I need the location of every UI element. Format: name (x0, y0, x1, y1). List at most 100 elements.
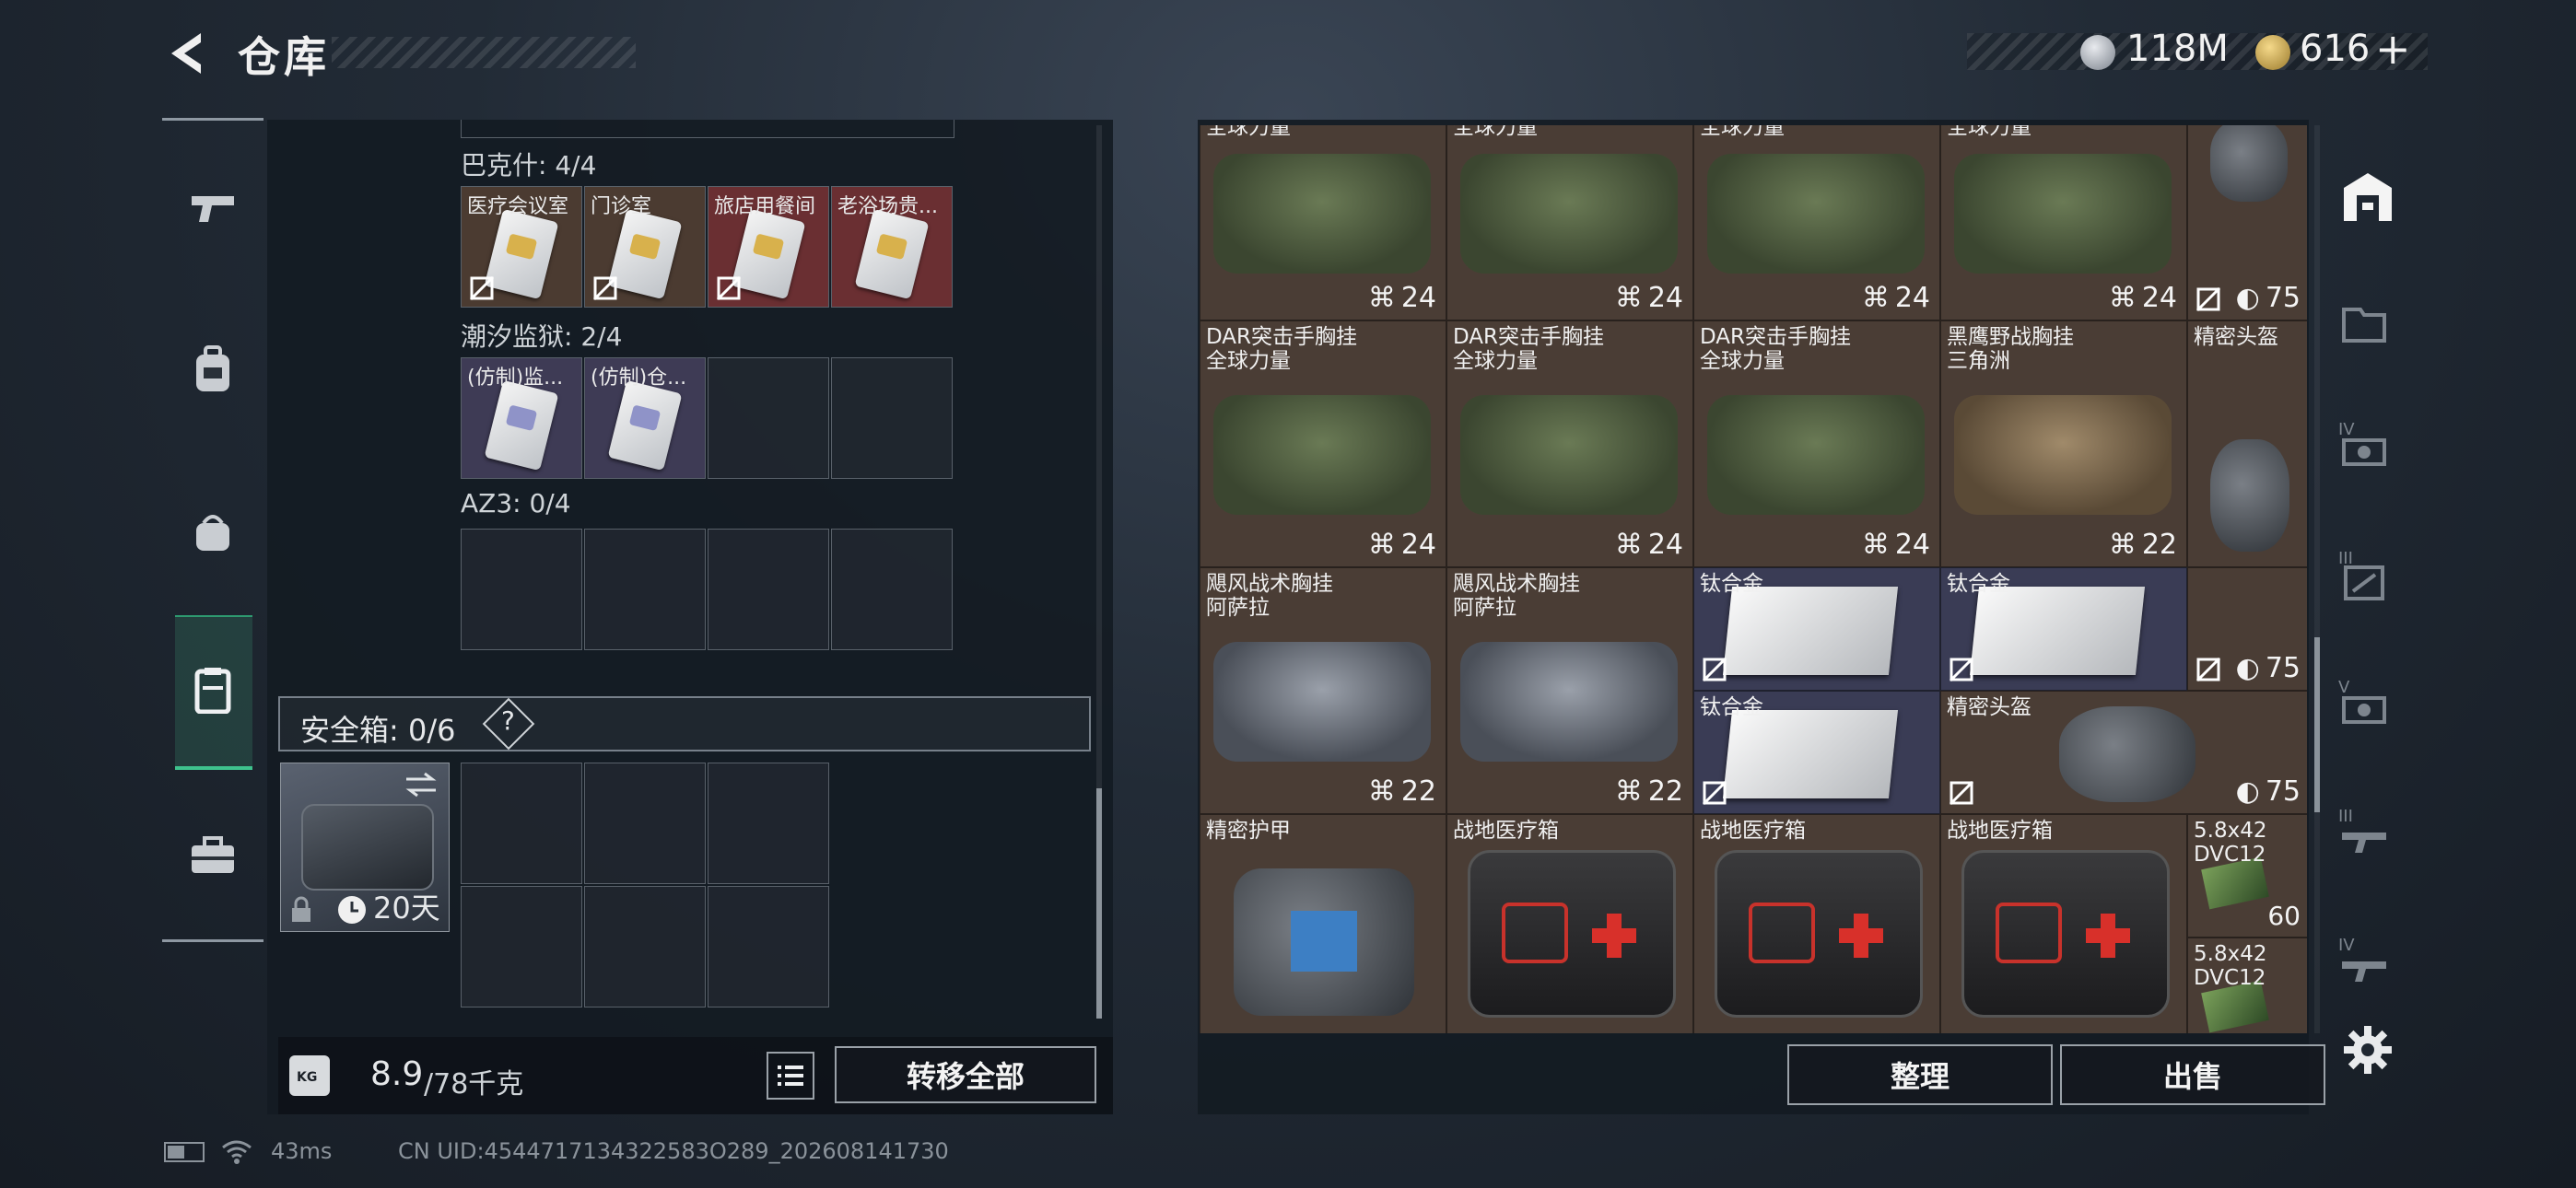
tab-tier[interactable]: IV (2338, 420, 2390, 477)
settings-gear-icon[interactable] (2342, 1024, 2394, 1076)
item-cell[interactable]: 全球力量 ⌘ 24 (1693, 125, 1940, 320)
item-cell[interactable]: DAR突击手胸挂 全球力量 ⌘ 24 (1446, 320, 1693, 567)
tab-tier[interactable]: V (2338, 678, 2390, 735)
storage-grid: 全球力量 ⌘ 24 全球力量 ⌘ 24 全球力量 ⌘ 24 全球力量 ⌘ 24 ◐ 75 … (1200, 125, 2307, 1033)
tab-tier[interactable]: III (2338, 549, 2390, 606)
safe-slot[interactable] (708, 886, 829, 1007)
helmet-image (2059, 706, 2195, 802)
left-scrollbar-track[interactable] (1096, 125, 1102, 1019)
add-currency-button[interactable]: + (2375, 24, 2411, 74)
untradeable-icon (1702, 657, 1727, 682)
keycard-slot-empty[interactable] (584, 529, 706, 650)
organize-button[interactable]: 整理 (1787, 1044, 2053, 1105)
item-name: 钛合金 (1700, 695, 1763, 719)
item-cell[interactable]: 精密头盔 (2187, 320, 2307, 567)
item-cell[interactable]: 全球力量 ⌘ 24 (1446, 125, 1693, 320)
item-cell[interactable]: 5.8x42 DVC12 60 (2187, 814, 2307, 938)
item-cell[interactable]: ◐ 75 (2187, 125, 2307, 320)
keycard-slot-empty[interactable] (461, 529, 582, 650)
item-name: 全球力量 (1947, 125, 2032, 139)
keycard-slot-empty[interactable] (708, 357, 829, 479)
safe-slot[interactable] (461, 763, 582, 884)
tab-container[interactable] (2338, 297, 2390, 348)
untradeable-icon (716, 275, 742, 301)
nav-supplies[interactable] (184, 827, 241, 884)
item-count: 60 (2267, 901, 2301, 931)
tier-label: III (2338, 807, 2353, 826)
keycard-slot[interactable]: 老浴场贵... (831, 186, 953, 308)
keycard-slot-empty[interactable] (708, 529, 829, 650)
keycard-slot[interactable]: 旅店用餐间 (708, 186, 829, 308)
safe-slot[interactable] (584, 886, 706, 1007)
nav-weapons[interactable] (184, 181, 241, 238)
item-cell[interactable]: 飓风战术胸挂 阿萨拉 ⌘ 22 (1446, 567, 1693, 814)
item-cell[interactable]: 精密护甲 (1200, 814, 1446, 1033)
help-icon[interactable]: ? (501, 705, 515, 736)
left-scrollbar-thumb[interactable] (1096, 788, 1102, 1019)
helmet-image (2210, 439, 2289, 552)
medkit-image (1468, 850, 1676, 1018)
shield-icon: ◐ (2235, 282, 2260, 314)
transfer-all-button[interactable]: 转移全部 (835, 1046, 1096, 1103)
back-arrow-icon[interactable] (164, 28, 210, 79)
safe-box-item[interactable]: 20天 (280, 763, 450, 932)
lock-icon (292, 896, 310, 922)
chest-rig-image (1707, 395, 1925, 515)
item-cell[interactable]: 战地医疗箱 (1693, 814, 1940, 1033)
rental-days: 20天 (373, 891, 440, 926)
keycard-slot[interactable]: (仿制)监... (461, 357, 582, 479)
list-view-button[interactable] (767, 1052, 814, 1100)
safe-slot[interactable] (584, 763, 706, 884)
toolbox-icon (192, 836, 234, 873)
titanium-plate-image (1722, 710, 1899, 798)
item-capacity: ⌘ 22 (1367, 775, 1436, 808)
item-capacity: ⌘ 24 (1367, 529, 1436, 561)
item-capacity: ⌘ 24 (1614, 529, 1683, 561)
capacity-icon: ⌘ (1367, 775, 1396, 808)
nav-gear[interactable] (184, 341, 241, 398)
list-icon (778, 1066, 803, 1086)
item-cell[interactable]: 全球力量 ⌘ 24 (1940, 125, 2187, 320)
keycard-slot-empty[interactable] (831, 529, 953, 650)
helmet-image (2210, 125, 2288, 202)
item-cell[interactable]: 战地医疗箱 (1940, 814, 2187, 1033)
keycard-slot-empty[interactable] (831, 357, 953, 479)
capacity-icon: ⌘ (2108, 282, 2137, 314)
item-cell[interactable]: DAR突击手胸挂 全球力量 ⌘ 24 (1200, 320, 1446, 567)
red-cross-icon (2086, 914, 2130, 958)
item-cell[interactable]: 钛合金 (1940, 567, 2187, 691)
item-name: DAR突击手胸挂 全球力量 (1453, 325, 1605, 373)
item-capacity: ⌘ 22 (2108, 529, 2177, 561)
item-cell[interactable]: 飓风战术胸挂 阿萨拉 ⌘ 22 (1200, 567, 1446, 814)
nav-keys[interactable] (184, 661, 241, 718)
nav-bags[interactable] (184, 503, 241, 560)
item-cell[interactable]: 全球力量 ⌘ 24 (1200, 125, 1446, 320)
item-cell[interactable]: 5.8x42 DVC12 (2187, 938, 2307, 1033)
item-name: 5.8x42 DVC12 (2194, 942, 2267, 990)
warehouse-icon[interactable] (2338, 168, 2397, 227)
item-cell[interactable]: 钛合金 (1693, 691, 1940, 814)
item-cell[interactable]: 精密头盔 ◐ 75 (1940, 691, 2307, 814)
item-cell[interactable]: 黑鹰野战胸挂 三角洲 ⌘ 22 (1940, 320, 2187, 567)
section-label: 巴克什: 4/4 (461, 150, 597, 181)
safe-slot[interactable] (708, 763, 829, 884)
keycard-slot[interactable]: 医疗会议室 (461, 186, 582, 308)
item-cell[interactable]: 战地医疗箱 (1446, 814, 1693, 1033)
gold-coin-icon (2255, 35, 2290, 70)
keycard-slot[interactable]: 门诊室 (584, 186, 706, 308)
weight-current: 8.9 (370, 1055, 424, 1093)
swap-icon[interactable] (403, 771, 439, 798)
sell-button[interactable]: 出售 (2060, 1044, 2325, 1105)
item-cell[interactable]: ◐ 75 (2187, 567, 2307, 691)
item-cell[interactable]: DAR突击手胸挂 全球力量 ⌘ 24 (1693, 320, 1940, 567)
item-cell[interactable]: 钛合金 (1693, 567, 1940, 691)
tab-tier[interactable]: III (2338, 807, 2390, 864)
item-name: 战地医疗箱 (1453, 819, 1559, 843)
keycard-slot[interactable]: (仿制)仓... (584, 357, 706, 479)
keycard-icon (484, 208, 559, 300)
untradeable-icon (592, 275, 618, 301)
safe-slot[interactable] (461, 886, 582, 1007)
item-name: 飓风战术胸挂 阿萨拉 (1453, 572, 1580, 620)
safe-grid (461, 763, 831, 1007)
tab-tier[interactable]: IV (2338, 936, 2390, 993)
